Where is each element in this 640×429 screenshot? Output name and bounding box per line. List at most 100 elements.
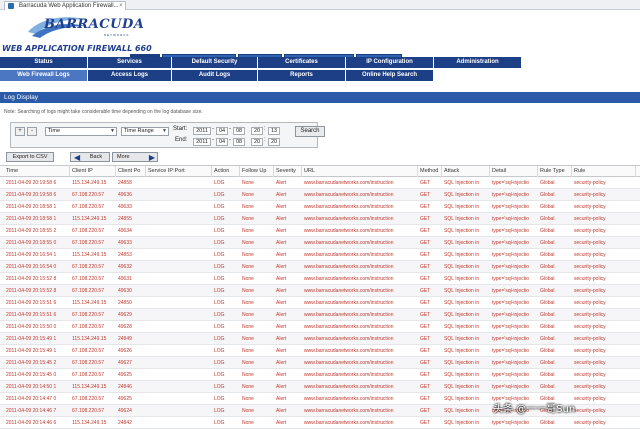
table-cell: security-policy [574, 204, 606, 210]
table-row[interactable]: 2011-04-09 20:16:54 0 67.108.220.57 49632 L… [0, 261, 640, 273]
table-cell: None [242, 180, 254, 186]
start-year-field[interactable]: 2011 [193, 127, 211, 135]
table-cell: None [242, 216, 254, 222]
back-button[interactable]: ◀ Back [70, 152, 110, 162]
start-hour-field[interactable]: 20 [251, 127, 263, 135]
more-button[interactable]: More ▶ [112, 152, 158, 162]
nav-audit-logs[interactable]: Audit Logs [172, 70, 258, 81]
column-header[interactable]: Action [212, 166, 240, 177]
table-cell: 2011-04-09 20:14:46 7 [6, 408, 57, 414]
table-row[interactable]: 2011-04-09 20:16:54 1 115.134.249.15 24853… [0, 249, 640, 261]
column-header[interactable]: Severity [274, 166, 302, 177]
nav-certificates[interactable]: Certificates [258, 57, 346, 68]
table-row[interactable]: 2011-04-09 20:18:58 1 115.134.249.15 24855… [0, 213, 640, 225]
column-header[interactable]: Time [4, 166, 70, 177]
filter-operator-select[interactable]: Time Range ▼ [121, 127, 169, 136]
end-year-field[interactable]: 2011 [193, 138, 211, 146]
nav-administration[interactable]: Administration [434, 57, 522, 68]
table-row[interactable]: 2011-04-09 20:19:58 6 115.134.249.15 24858… [0, 177, 640, 189]
date-separator: - [229, 126, 231, 132]
table-row[interactable]: 2011-04-09 20:15:52 8 67.108.220.57 49631 L… [0, 273, 640, 285]
table-cell: 67.108.220.57 [72, 240, 104, 246]
start-month-field[interactable]: 04 [216, 127, 228, 135]
table-row[interactable]: 2011-04-09 20:15:45 2 67.108.220.57 49627 L… [0, 357, 640, 369]
table-cell: security-policy [574, 240, 606, 246]
nav-web-firewall-logs[interactable]: Web Firewall Logs [0, 70, 88, 81]
search-button[interactable]: Search [295, 126, 325, 137]
table-row[interactable]: 2011-04-09 20:19:58 6 67.108.220.57 49636 L… [0, 189, 640, 201]
table-row[interactable]: 2011-04-09 20:14:50 1 115.134.249.15 24846… [0, 381, 640, 393]
end-hour-field[interactable]: 20 [251, 138, 263, 146]
table-row[interactable]: 2011-04-09 20:15:49 1 115.134.249.15 24849… [0, 333, 640, 345]
column-header[interactable]: Attack [442, 166, 490, 177]
column-header[interactable]: Detail [490, 166, 538, 177]
end-day-field[interactable]: 08 [233, 138, 245, 146]
table-cell: type='sql-injectio [492, 348, 529, 354]
column-header[interactable]: URL [302, 166, 418, 177]
table-cell: 24846 [118, 384, 132, 390]
table-row[interactable]: 2011-04-09 20:15:45 0 67.108.220.57 49625 L… [0, 369, 640, 381]
export-csv-button[interactable]: Export to CSV [6, 152, 54, 162]
table-cell: Global [540, 216, 555, 222]
table-header: Time Client IP Client Po Service IP:Port… [0, 165, 640, 177]
nav-status[interactable]: Status [0, 57, 88, 68]
table-row[interactable]: 2011-04-09 20:18:55 0 67.108.220.57 49633 L… [0, 237, 640, 249]
watermark: 头条 @一一哥Sun [493, 404, 576, 415]
column-header[interactable]: Rule [572, 166, 636, 177]
nav-default-security[interactable]: Default Security [172, 57, 258, 68]
start-day-field[interactable]: 08 [233, 127, 245, 135]
close-tab-icon[interactable]: × [119, 2, 123, 10]
table-cell: 2011-04-09 20:18:55 2 [6, 228, 57, 234]
table-row[interactable]: 2011-04-09 20:15:49 1 67.108.220.57 49626 L… [0, 345, 640, 357]
table-row[interactable]: 2011-04-09 20:15:51 6 115.134.249.15 24850… [0, 297, 640, 309]
remove-filter-button[interactable]: - [27, 127, 37, 136]
start-minute-field[interactable]: 13 [268, 127, 280, 135]
end-month-field[interactable]: 04 [216, 138, 228, 146]
nav-services[interactable]: Services [88, 57, 172, 68]
column-header[interactable]: Follow Up [240, 166, 274, 177]
start-label: Start: [173, 126, 188, 132]
nav-reports[interactable]: Reports [258, 70, 346, 81]
table-row[interactable]: 2011-04-09 20:15:52 8 67.108.220.57 49630 L… [0, 285, 640, 297]
table-cell: security-policy [574, 324, 606, 330]
table-cell [146, 369, 212, 381]
table-cell: GET [420, 396, 431, 402]
column-header[interactable]: Client IP [70, 166, 116, 177]
add-filter-button[interactable]: + [15, 127, 25, 136]
filter-field-select[interactable]: Time ▼ [45, 127, 117, 136]
table-cell [146, 213, 212, 225]
column-header[interactable]: Client Po [116, 166, 146, 177]
table-cell: Global [540, 288, 555, 294]
table-row[interactable]: 2011-04-09 20:15:51 6 67.108.220.57 49629 L… [0, 309, 640, 321]
table-row[interactable]: 2011-04-09 20:18:55 2 67.108.220.57 49634 L… [0, 225, 640, 237]
table-cell: www.barracudanetworks.com/instruction [304, 240, 394, 246]
table-cell: 49626 [118, 348, 132, 354]
table-cell [146, 345, 212, 357]
table-cell: 49625 [118, 396, 132, 402]
browser-tab[interactable]: Barracuda Web Application Firewall... × [4, 1, 126, 10]
nav-access-logs[interactable]: Access Logs [88, 70, 172, 81]
table-cell: Alert [276, 408, 287, 414]
table-cell: Alert [276, 420, 287, 426]
column-header[interactable]: Rule Type [538, 166, 572, 177]
subnav-row-1: Status Services Default Security Certifi… [0, 57, 640, 68]
table-cell: SQL Injection in [444, 408, 480, 414]
table-row[interactable]: 2011-04-09 20:14:46 6 115.134.249.15 24842… [0, 417, 640, 429]
table-row[interactable]: 2011-04-09 20:18:58 1 67.108.220.57 49633 L… [0, 201, 640, 213]
table-cell: None [242, 408, 254, 414]
table-row[interactable]: 2011-04-09 20:15:50 0 67.108.220.57 49628 L… [0, 321, 640, 333]
arrow-left-icon: ◀ [74, 153, 81, 162]
table-cell: type='sql-injectio [492, 204, 529, 210]
nav-ip-configuration[interactable]: IP Configuration [346, 57, 434, 68]
table-cell: SQL Injection in [444, 240, 480, 246]
table-cell: www.barracudanetworks.com/instruction [304, 348, 394, 354]
table-cell: type='sql-injectio [492, 312, 529, 318]
nav-online-help-search[interactable]: Online Help Search [346, 70, 434, 81]
table-cell: www.barracudanetworks.com/instruction [304, 204, 394, 210]
table-cell [146, 321, 212, 333]
column-header[interactable]: Service IP:Port [146, 166, 212, 177]
chevron-down-icon: ▼ [162, 128, 167, 134]
end-minute-field[interactable]: 20 [268, 138, 280, 146]
section-title: Log Display [0, 92, 640, 103]
column-header[interactable]: Method [418, 166, 442, 177]
